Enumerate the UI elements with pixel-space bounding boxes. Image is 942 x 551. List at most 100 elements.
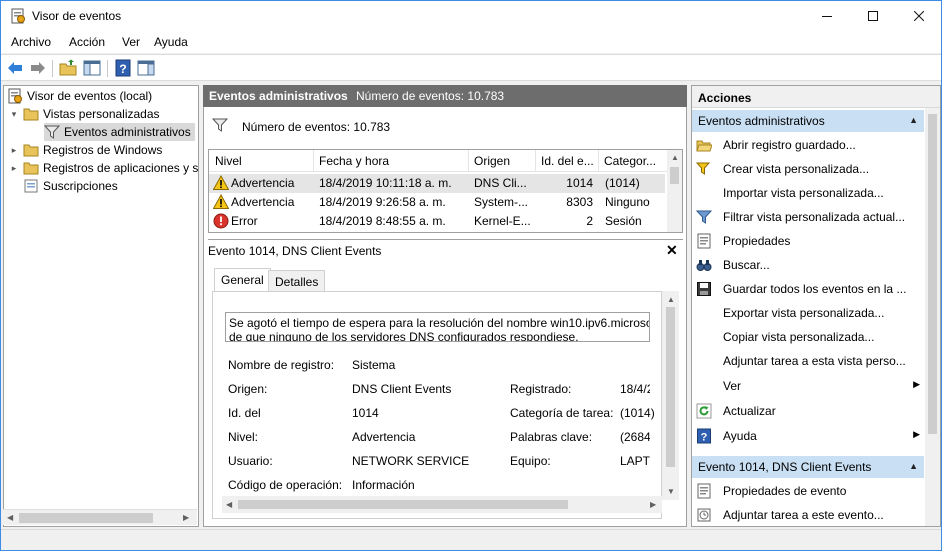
tab-general[interactable]: General [214, 268, 271, 292]
close-icon[interactable]: ✕ [666, 242, 678, 259]
action-properties[interactable]: Propiedades [696, 230, 924, 252]
save-icon [696, 281, 712, 297]
task-icon [696, 507, 712, 523]
value-source: DNS Client Events [352, 382, 452, 396]
menu-ver[interactable]: Ver [122, 35, 140, 49]
column-header-date[interactable]: Fecha y hora [319, 154, 389, 168]
scroll-thumb[interactable] [666, 307, 675, 467]
value-computer: LAPTO [620, 454, 650, 468]
action-label: Propiedades [723, 234, 791, 248]
action-refresh[interactable]: Actualizar [696, 400, 924, 422]
collapse-icon[interactable]: ▲ [909, 461, 918, 471]
tree-item-admin-events[interactable]: Eventos administrativos [43, 123, 195, 141]
chevron-right-icon[interactable]: ▸ [8, 163, 20, 174]
tree-item-subscriptions[interactable]: Suscripciones [23, 177, 118, 195]
event-description[interactable]: Se agotó el tiempo de espera para la res… [225, 312, 650, 342]
folder-icon [23, 106, 39, 122]
detail-vertical-scrollbar[interactable]: ▲ ▼ [662, 291, 679, 500]
event-viewer-icon [10, 8, 26, 24]
events-header-title: Eventos administrativos [209, 89, 348, 103]
open-folder-icon [696, 137, 713, 153]
action-event-properties[interactable]: Propiedades de evento [696, 480, 924, 502]
tree-item-windows-logs[interactable]: ▸ Registros de Windows [8, 141, 163, 159]
table-row[interactable]: Advertencia 18/4/2019 10:11:18 a. m. DNS… [209, 174, 665, 193]
folder-up-icon[interactable] [59, 59, 77, 77]
action-open-saved-log[interactable]: Abrir registro guardado... [696, 134, 924, 156]
action-import-custom-view[interactable]: Importar vista personalizada... [696, 182, 924, 204]
subscriptions-icon [23, 178, 39, 194]
actions-title: Acciones [692, 86, 940, 108]
action-save-all-events[interactable]: Guardar todos los eventos en la ... [696, 278, 924, 300]
chevron-right-icon[interactable]: ▸ [8, 145, 20, 156]
scroll-right-icon[interactable]: ▶ [183, 513, 189, 522]
action-filter-current-view[interactable]: Filtrar vista personalizada actual... [695, 206, 924, 228]
scroll-thumb[interactable] [19, 513, 153, 523]
column-header-event-id[interactable]: Id. del e... [541, 154, 594, 168]
menu-accion[interactable]: Acción [69, 35, 105, 49]
action-find[interactable]: Buscar... [696, 254, 924, 276]
menu-bar: Archivo Acción Ver Ayuda [1, 31, 941, 53]
tree-label: Registros de Windows [43, 143, 163, 157]
cell-event-id: 1014 [566, 176, 593, 190]
event-viewer-icon [7, 88, 23, 104]
back-arrow-icon[interactable] [6, 59, 24, 77]
window-title: Visor de eventos [32, 9, 122, 23]
action-view-submenu[interactable]: Ver ▶ [696, 375, 924, 397]
collapse-icon[interactable]: ▲ [909, 115, 918, 125]
menu-ayuda[interactable]: Ayuda [154, 35, 188, 49]
event-detail-title: Evento 1014, DNS Client Events [208, 244, 382, 258]
action-export-custom-view[interactable]: Exportar vista personalizada... [696, 302, 924, 324]
column-header-level[interactable]: Nivel [215, 154, 242, 168]
scroll-right-icon[interactable]: ▶ [650, 500, 656, 509]
tree-item-root[interactable]: Visor de eventos (local) [7, 87, 152, 105]
actions-vertical-scrollbar[interactable] [925, 108, 940, 526]
scroll-thumb[interactable] [238, 500, 568, 509]
scroll-thumb[interactable] [670, 167, 679, 184]
table-row[interactable]: Error 18/4/2019 8:48:55 a. m. Kernel-E..… [209, 212, 665, 231]
action-copy-custom-view[interactable]: Copiar vista personalizada... [696, 326, 924, 348]
action-label: Actualizar [723, 404, 776, 418]
action-create-custom-view[interactable]: Crear vista personalizada... [695, 158, 924, 180]
scroll-down-icon[interactable]: ▼ [667, 487, 675, 496]
maximize-button[interactable] [850, 1, 896, 31]
tree-horizontal-scrollbar[interactable]: ◀ ▶ [3, 509, 197, 525]
actions-section-admin-events[interactable]: Eventos administrativos ▲ [692, 110, 924, 132]
scroll-up-icon[interactable]: ▲ [671, 153, 679, 162]
tree-item-custom-views[interactable]: ▾ Vistas personalizadas [8, 105, 160, 123]
column-header-category[interactable]: Categor... [604, 154, 656, 168]
action-label: Crear vista personalizada... [723, 162, 870, 176]
forward-arrow-icon[interactable] [29, 59, 47, 77]
tree-item-app-logs[interactable]: ▸ Registros de aplicaciones y s [8, 159, 198, 177]
show-action-pane-icon[interactable] [137, 59, 155, 77]
action-attach-task-view[interactable]: Adjuntar tarea a esta vista perso... [696, 350, 924, 372]
actions-pane: Acciones Eventos administrativos ▲ Abrir… [691, 85, 941, 527]
cell-source: DNS Cli... [474, 176, 527, 190]
table-vertical-scrollbar[interactable]: ▲ [667, 150, 682, 232]
event-viewer-window: Visor de eventos Archivo Acción Ver Ayud… [0, 0, 942, 551]
chevron-down-icon[interactable]: ▾ [8, 109, 20, 120]
value-keywords: (268435 [620, 430, 650, 444]
scroll-thumb[interactable] [928, 114, 937, 434]
scroll-up-icon[interactable]: ▲ [667, 295, 675, 304]
scroll-left-icon[interactable]: ◀ [7, 513, 13, 522]
table-row[interactable]: Advertencia 18/4/2019 9:26:58 a. m. Syst… [209, 193, 665, 212]
help-icon[interactable]: ? [114, 59, 132, 77]
tab-details[interactable]: Detalles [268, 270, 326, 292]
detail-horizontal-scrollbar[interactable]: ◀ ▶ [222, 496, 662, 513]
column-header-source[interactable]: Origen [474, 154, 510, 168]
cell-event-id: 8303 [566, 195, 593, 209]
action-attach-task-event[interactable]: Adjuntar tarea a este evento... [696, 504, 924, 526]
actions-section-event[interactable]: Evento 1014, DNS Client Events ▲ [692, 456, 924, 478]
event-detail-panel: Evento 1014, DNS Client Events ✕ General… [208, 239, 683, 523]
cell-source: Kernel-E... [474, 214, 531, 228]
show-hide-tree-icon[interactable] [83, 59, 101, 77]
close-button[interactable] [896, 1, 942, 31]
minimize-button[interactable] [804, 1, 850, 31]
cell-event-id: 2 [586, 214, 593, 228]
scroll-left-icon[interactable]: ◀ [226, 500, 232, 509]
label-log-name: Nombre de registro: [228, 358, 335, 372]
cell-level: Error [231, 214, 258, 228]
action-help[interactable]: ? Ayuda ▶ [696, 425, 924, 447]
menu-archivo[interactable]: Archivo [11, 35, 51, 49]
section-label: Eventos administrativos [698, 114, 825, 128]
